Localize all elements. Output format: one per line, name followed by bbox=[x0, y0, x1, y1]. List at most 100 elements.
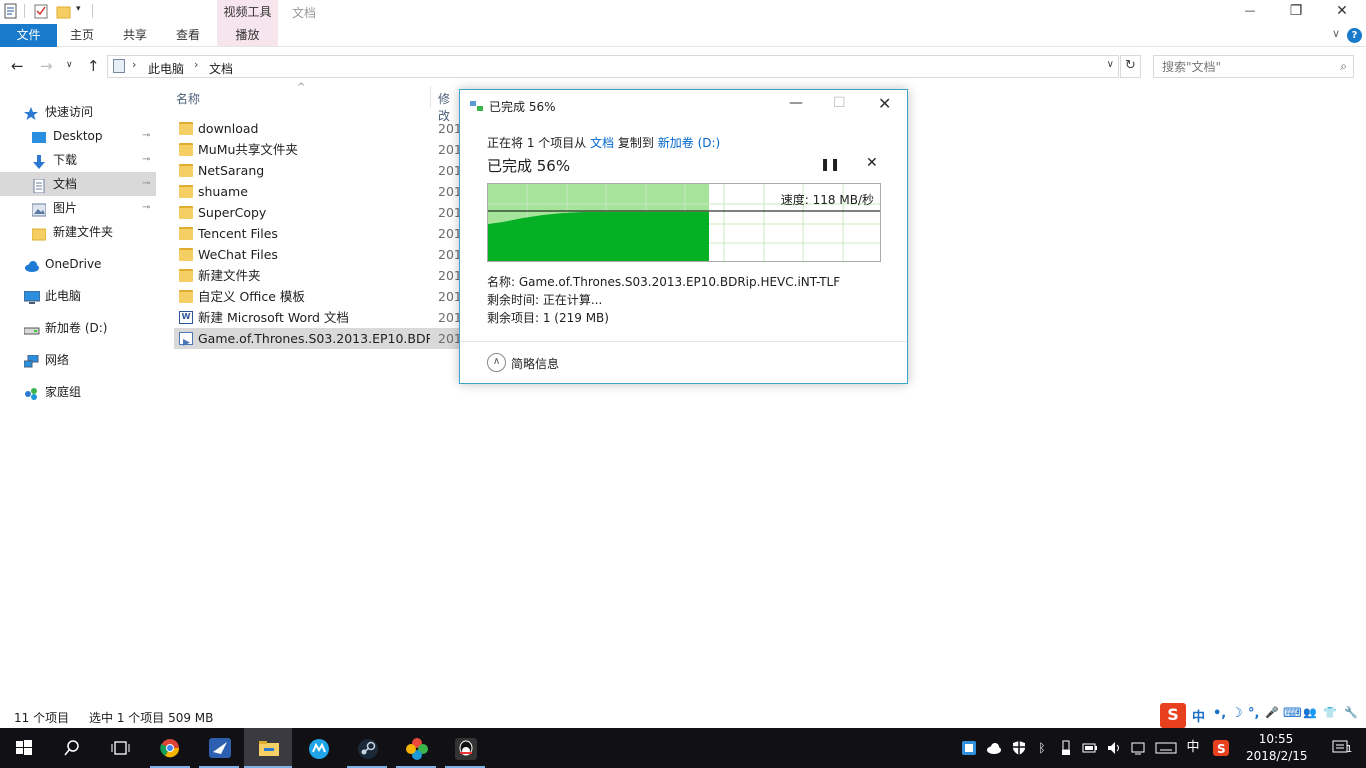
volume-icon[interactable] bbox=[1106, 740, 1122, 756]
help-icon[interactable]: ? bbox=[1347, 28, 1362, 43]
nav-new-folder[interactable]: 新建文件夹 bbox=[0, 220, 156, 244]
ime-symbol-icon[interactable]: °, bbox=[1248, 706, 1259, 721]
pin-icon[interactable]: ⊸ bbox=[142, 148, 150, 172]
sogou-tray-icon[interactable]: S bbox=[1213, 740, 1229, 756]
action-center-button[interactable]: 1 bbox=[1320, 728, 1366, 768]
recent-locations-button[interactable]: ∨ bbox=[66, 60, 73, 70]
file-row[interactable]: NetSarang 201 bbox=[174, 160, 462, 181]
input-language-indicator[interactable]: 中 bbox=[1185, 740, 1201, 756]
file-row[interactable]: shuame 201 bbox=[174, 181, 462, 202]
search-button[interactable] bbox=[48, 728, 96, 768]
column-header-name[interactable]: 名称 bbox=[176, 90, 200, 107]
customize-toolbar-icon[interactable]: ▾ bbox=[76, 4, 92, 20]
minimize-button[interactable]: — bbox=[1227, 0, 1273, 24]
checklist-icon[interactable] bbox=[33, 3, 49, 19]
search-icon[interactable]: ⌕ bbox=[1340, 59, 1347, 74]
breadcrumb-separator[interactable]: › bbox=[132, 58, 136, 71]
usb-device-icon[interactable] bbox=[1058, 740, 1074, 756]
file-row[interactable]: download 201 bbox=[174, 118, 462, 139]
tab-file[interactable]: 文件 bbox=[0, 24, 57, 47]
expand-ribbon-icon[interactable]: ∨ bbox=[1332, 27, 1340, 40]
search-input[interactable] bbox=[1154, 56, 1329, 77]
nav-pictures[interactable]: 图片 ⊸ bbox=[0, 196, 156, 220]
dialog-close-button[interactable]: ✕ bbox=[878, 94, 891, 113]
dialog-minimize-button[interactable]: — bbox=[789, 95, 803, 111]
pause-button[interactable]: ❚❚ bbox=[820, 157, 840, 171]
up-button[interactable]: ↑ bbox=[87, 57, 100, 75]
search-box[interactable]: ⌕ bbox=[1153, 55, 1354, 78]
touch-keyboard-icon[interactable] bbox=[1155, 740, 1177, 756]
taskbar-chrome[interactable] bbox=[146, 728, 194, 768]
nav-desktop[interactable]: Desktop ⊸ bbox=[0, 124, 156, 148]
onedrive-tray-icon[interactable] bbox=[986, 740, 1002, 756]
close-button[interactable]: ✕ bbox=[1319, 0, 1365, 24]
nav-this-pc[interactable]: 此电脑 bbox=[0, 284, 156, 308]
nav-onedrive[interactable]: OneDrive bbox=[0, 252, 156, 276]
forward-button[interactable]: → bbox=[40, 57, 53, 75]
nav-drive-d[interactable]: 新加卷 (D:) bbox=[0, 316, 156, 340]
wifi-icon[interactable] bbox=[1131, 740, 1147, 756]
taskbar-mumu[interactable] bbox=[294, 728, 342, 768]
maximize-button[interactable]: ❐ bbox=[1273, 0, 1319, 24]
collapse-details-icon[interactable]: ∧ bbox=[487, 353, 506, 372]
tab-play[interactable]: 播放 bbox=[217, 24, 278, 47]
tray-network-app-icon[interactable] bbox=[961, 740, 977, 756]
nav-documents[interactable]: 文档 ⊸ bbox=[0, 172, 156, 196]
feiq-icon bbox=[209, 738, 231, 758]
ime-chinese-mode[interactable]: 中 bbox=[1192, 706, 1205, 725]
nav-downloads[interactable]: 下载 ⊸ bbox=[0, 148, 156, 172]
tab-share[interactable]: 共享 bbox=[109, 24, 161, 47]
file-row[interactable]: 新建文件夹 201 bbox=[174, 265, 462, 286]
taskbar-steam[interactable] bbox=[343, 728, 391, 768]
pin-icon[interactable]: ⊸ bbox=[142, 196, 150, 220]
taskbar-game-center[interactable] bbox=[392, 728, 440, 768]
breadcrumb-this-pc[interactable]: 此电脑 bbox=[148, 60, 184, 77]
cancel-copy-button[interactable]: ✕ bbox=[866, 155, 878, 171]
file-row[interactable]: W 新建 Microsoft Word 文档 201 bbox=[174, 307, 462, 328]
file-row[interactable]: Tencent Files 201 bbox=[174, 223, 462, 244]
breadcrumb-documents[interactable]: 文档 bbox=[209, 60, 233, 77]
tab-view[interactable]: 查看 bbox=[163, 24, 213, 47]
ime-keyboard-icon[interactable]: ⌨ bbox=[1283, 706, 1302, 721]
ime-tools-icon[interactable]: 🔧 bbox=[1344, 706, 1358, 719]
fewer-details-button[interactable]: 简略信息 bbox=[511, 355, 559, 372]
clock-time[interactable]: 10:55 bbox=[1246, 732, 1306, 746]
pin-icon[interactable]: ⊸ bbox=[142, 124, 150, 148]
file-row[interactable]: MuMu共享文件夹 201 bbox=[174, 139, 462, 160]
address-bar[interactable]: › 此电脑 › 文档 ∨ bbox=[107, 55, 1119, 78]
start-button[interactable] bbox=[0, 728, 48, 768]
nav-quick-access[interactable]: 快速访问 bbox=[0, 100, 156, 124]
ime-halfwidth-icon[interactable]: ☽ bbox=[1231, 706, 1243, 721]
tab-home[interactable]: 主页 bbox=[57, 24, 107, 47]
defender-shield-icon[interactable] bbox=[1011, 740, 1027, 756]
back-button[interactable]: ← bbox=[11, 57, 24, 75]
pin-icon[interactable]: ⊸ bbox=[142, 172, 150, 196]
taskbar: ᛒ 中 S 10:55 2018/2/15 1 bbox=[0, 728, 1366, 768]
clock-date[interactable]: 2018/2/15 bbox=[1246, 749, 1308, 763]
battery-icon[interactable] bbox=[1082, 740, 1098, 756]
file-row-selected[interactable]: Game.of.Thrones.S03.2013.EP10.BDRi... 20… bbox=[174, 328, 462, 349]
breadcrumb-separator[interactable]: › bbox=[194, 58, 198, 71]
taskbar-qq[interactable] bbox=[441, 728, 489, 768]
sogou-logo-icon[interactable]: S bbox=[1160, 703, 1186, 728]
refresh-button[interactable]: ↻ bbox=[1120, 55, 1141, 78]
taskbar-feiq[interactable] bbox=[195, 728, 243, 768]
ime-skin-icon[interactable]: 👕 bbox=[1323, 706, 1337, 719]
source-folder-link[interactable]: 文档 bbox=[590, 136, 614, 150]
file-row[interactable]: SuperCopy 201 bbox=[174, 202, 462, 223]
task-view-button[interactable] bbox=[96, 728, 144, 768]
target-drive-link[interactable]: 新加卷 (D:) bbox=[658, 136, 720, 150]
file-row[interactable]: WeChat Files 201 bbox=[174, 244, 462, 265]
nav-network[interactable]: 网络 bbox=[0, 348, 156, 372]
new-folder-icon[interactable] bbox=[56, 3, 72, 19]
bluetooth-icon[interactable]: ᛒ bbox=[1034, 740, 1050, 756]
taskbar-file-explorer[interactable] bbox=[244, 728, 292, 768]
address-dropdown-icon[interactable]: ∨ bbox=[1107, 59, 1114, 70]
file-row[interactable]: 自定义 Office 模板 201 bbox=[174, 286, 462, 307]
ime-user-icon[interactable]: 👥 bbox=[1303, 706, 1317, 719]
nav-homegroup[interactable]: 家庭组 bbox=[0, 380, 156, 404]
ime-punctuation-icon[interactable]: •, bbox=[1213, 706, 1226, 721]
column-divider[interactable] bbox=[430, 86, 431, 108]
properties-icon[interactable] bbox=[4, 3, 20, 19]
ime-voice-icon[interactable]: 🎤 bbox=[1265, 706, 1279, 719]
